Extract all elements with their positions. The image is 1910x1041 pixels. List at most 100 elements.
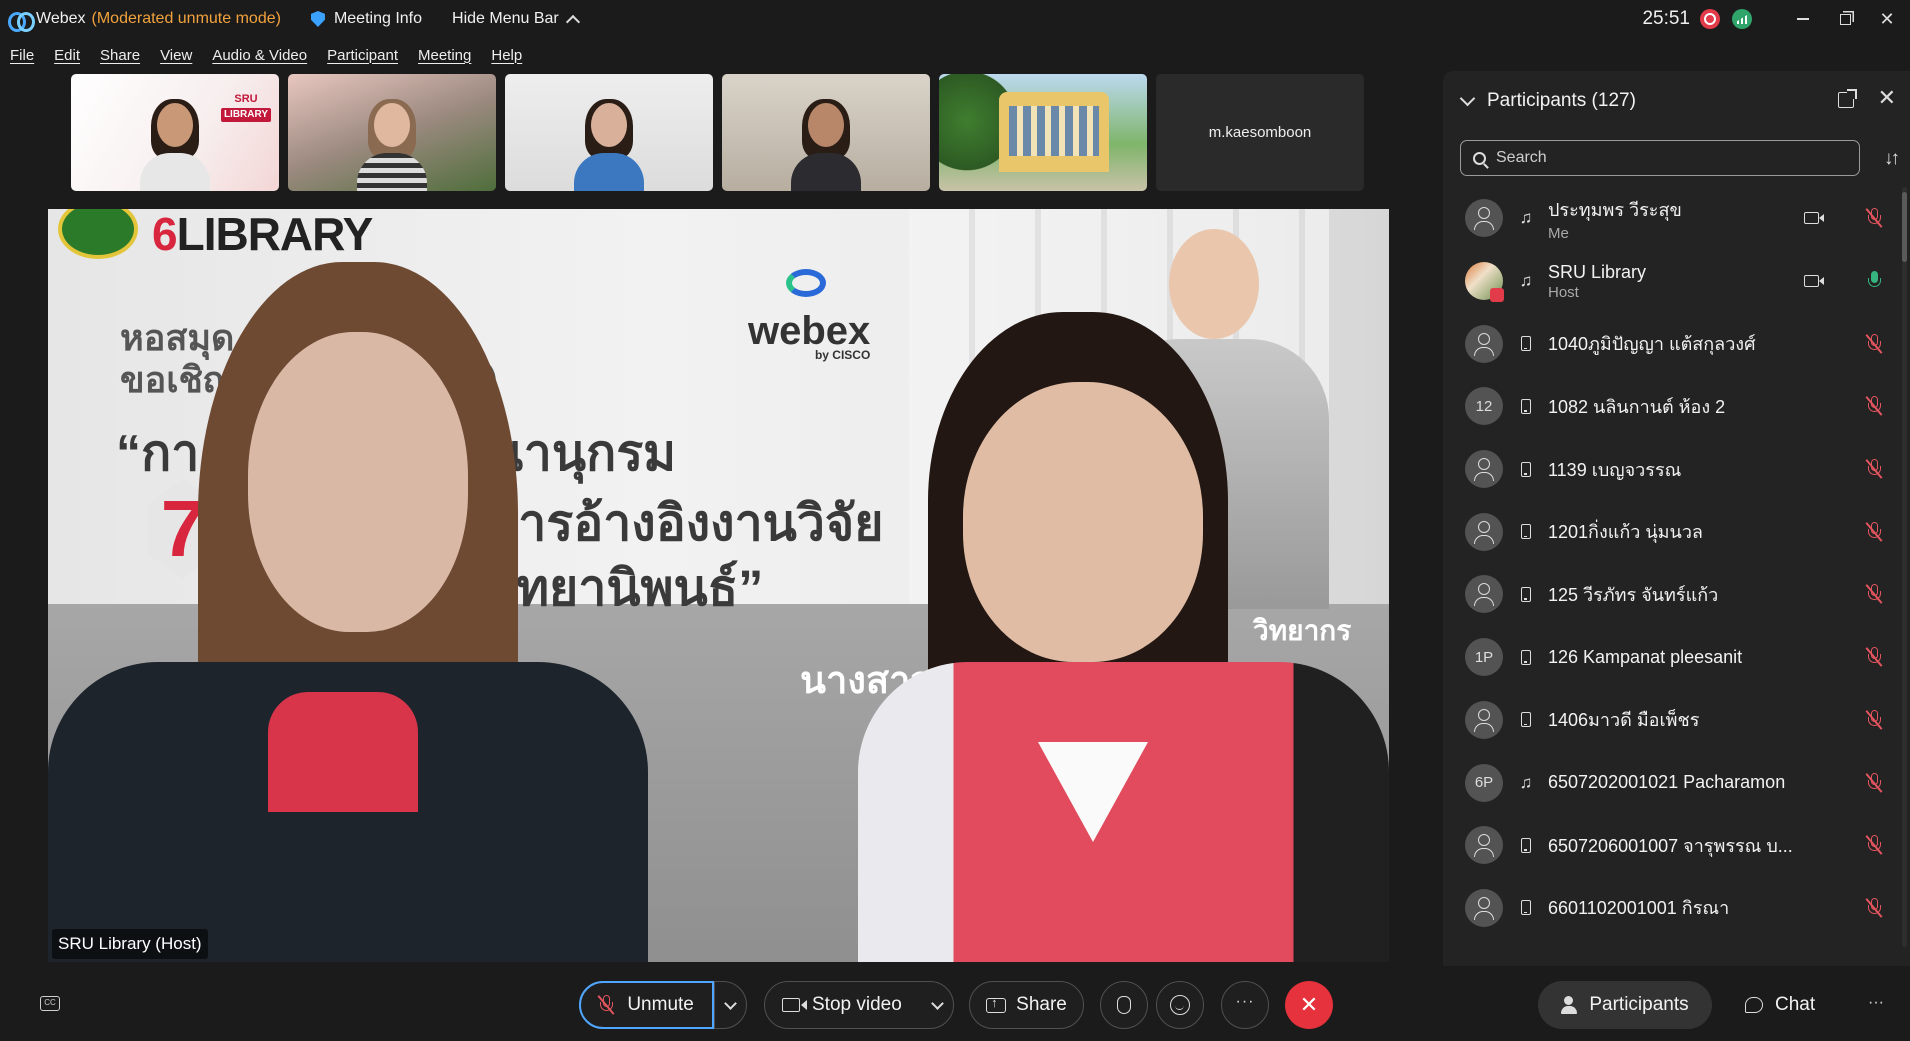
participant-search[interactable] bbox=[1460, 140, 1860, 176]
meeting-timer: 25:51 bbox=[1642, 8, 1690, 29]
participant-row[interactable]: 6507206001007 จารุพรรณ บ... bbox=[1443, 814, 1898, 877]
chat-tab-button[interactable]: Chat bbox=[1745, 981, 1845, 1029]
audio-options-button[interactable] bbox=[714, 981, 746, 1029]
share-button[interactable]: Share bbox=[969, 981, 1084, 1029]
chat-tab-label: Chat bbox=[1775, 994, 1816, 1015]
participant-row[interactable]: 6P ♫ 6507202001021 Pacharamon bbox=[1443, 751, 1898, 814]
more-options-button[interactable]: ··· bbox=[1221, 981, 1269, 1029]
participant-name: 1040ภูมิปัญญา แต้สกุลวงศ์ bbox=[1548, 334, 1756, 355]
main-video-stage[interactable]: 6LIBRARY หอสมุด ขอเชิญ อบรม (ออนไลน์) “ก… bbox=[48, 209, 1389, 962]
popout-icon[interactable] bbox=[1838, 89, 1857, 108]
raise-hand-button[interactable] bbox=[1100, 981, 1148, 1029]
participant-row[interactable]: 1P 126 Kampanat pleesanit bbox=[1443, 626, 1898, 689]
mic-muted-icon[interactable] bbox=[1865, 835, 1883, 855]
phone-icon bbox=[1521, 900, 1531, 916]
video-thumbnail[interactable] bbox=[722, 74, 930, 191]
video-control-group: Stop video bbox=[764, 981, 954, 1029]
mic-muted-icon[interactable] bbox=[1865, 584, 1883, 605]
menu-edit[interactable]: Edit bbox=[54, 47, 80, 64]
participant-name: 6601102001001 กิรณา bbox=[1548, 898, 1730, 919]
presenter-video-right bbox=[858, 212, 1389, 962]
participant-name: 1201กิ่งแก้ว นุ่มนวล bbox=[1548, 522, 1703, 543]
minimize-button[interactable] bbox=[1784, 0, 1822, 38]
mic-muted-icon[interactable] bbox=[1865, 521, 1883, 542]
mic-muted-icon[interactable] bbox=[1865, 333, 1883, 354]
camera-icon bbox=[1804, 212, 1824, 225]
webex-logo: webex by CISCO bbox=[748, 269, 870, 362]
participant-row[interactable]: 1406มาวดี มือเพ็ชร bbox=[1443, 689, 1898, 752]
leave-meeting-button[interactable]: ✕ bbox=[1285, 981, 1333, 1029]
menu-view[interactable]: View bbox=[160, 47, 192, 64]
participant-video bbox=[791, 99, 861, 191]
participants-icon bbox=[1561, 996, 1578, 1014]
mic-on-icon[interactable] bbox=[1867, 271, 1881, 291]
video-thumbnail[interactable]: m.kaesomboon bbox=[1156, 74, 1364, 191]
avatar bbox=[1465, 450, 1503, 489]
avatar bbox=[1465, 888, 1503, 927]
video-thumbnail[interactable] bbox=[288, 74, 496, 191]
phone-icon bbox=[1521, 586, 1531, 602]
menu-share[interactable]: Share bbox=[100, 47, 140, 64]
closed-captions-icon[interactable]: CC bbox=[40, 996, 60, 1011]
avatar bbox=[1465, 512, 1503, 551]
participant-list-scrollbar[interactable] bbox=[1902, 187, 1907, 947]
menu-audio-video[interactable]: Audio & Video bbox=[212, 47, 307, 64]
mic-muted-icon[interactable] bbox=[1865, 897, 1883, 918]
more-panels-icon[interactable]: ··· bbox=[1868, 994, 1884, 1012]
headset-icon: ♫ bbox=[1519, 271, 1533, 291]
avatar bbox=[1465, 826, 1503, 865]
participant-video bbox=[140, 99, 210, 191]
menu-meeting[interactable]: Meeting bbox=[418, 47, 471, 64]
participant-row[interactable]: 1040ภูมิปัญญา แต้สกุลวงศ์ bbox=[1443, 312, 1898, 375]
video-options-button[interactable] bbox=[921, 981, 953, 1029]
participant-row[interactable]: ♫ ประทุมพร วีระสุข Me bbox=[1443, 187, 1898, 250]
participant-row[interactable]: 12 1082 นลินกานต์ ห้อง 2 bbox=[1443, 375, 1898, 438]
network-health-icon[interactable] bbox=[1732, 9, 1752, 29]
menu-file[interactable]: File bbox=[10, 47, 34, 64]
video-thumbnail[interactable] bbox=[505, 74, 713, 191]
unmute-button[interactable]: Unmute bbox=[579, 981, 715, 1029]
phone-icon bbox=[1521, 712, 1531, 728]
mic-muted-icon[interactable] bbox=[1865, 772, 1883, 793]
window-close-button[interactable]: ✕ bbox=[1868, 0, 1906, 38]
avatar bbox=[1465, 324, 1503, 363]
video-thumbnail[interactable]: SRU LIBRARY bbox=[71, 74, 279, 191]
avatar bbox=[1465, 575, 1503, 614]
participant-row[interactable]: ♫ SRU Library Host bbox=[1443, 250, 1898, 313]
unmute-label: Unmute bbox=[627, 994, 694, 1015]
participant-name: SRU Library bbox=[1548, 261, 1647, 282]
mic-muted-icon[interactable] bbox=[1865, 647, 1883, 667]
video-thumbnail[interactable] bbox=[939, 74, 1147, 191]
participant-role: Host bbox=[1548, 283, 1579, 301]
stop-video-button[interactable]: Stop video bbox=[765, 994, 921, 1016]
participants-tab-button[interactable]: Participants bbox=[1538, 981, 1712, 1029]
recording-icon[interactable] bbox=[1700, 9, 1720, 29]
participant-list: ♫ ประทุมพร วีระสุข Me ♫ SRU Library Host… bbox=[1443, 187, 1898, 939]
participant-row[interactable]: 1201กิ่งแก้ว นุ่มนวล bbox=[1443, 500, 1898, 563]
menu-help[interactable]: Help bbox=[491, 47, 522, 64]
sort-icon[interactable]: ↓↑ bbox=[1884, 148, 1900, 170]
participant-row[interactable]: 6601102001001 กิรณา bbox=[1443, 877, 1898, 940]
mic-muted-icon[interactable] bbox=[1865, 208, 1883, 229]
share-label: Share bbox=[1016, 994, 1067, 1015]
chevron-down-icon bbox=[930, 996, 944, 1010]
participant-row[interactable]: 125 วีรภัทร จันทร์แก้ว bbox=[1443, 563, 1898, 626]
stop-video-label: Stop video bbox=[812, 994, 902, 1015]
mic-muted-icon[interactable] bbox=[1865, 709, 1883, 730]
app-title: Webex bbox=[36, 10, 86, 27]
participant-row[interactable]: 1139 เบญจวรรณ bbox=[1443, 438, 1898, 501]
search-input[interactable] bbox=[1496, 149, 1836, 167]
hide-menu-bar-button[interactable]: Hide Menu Bar bbox=[452, 10, 580, 29]
chevron-down-icon[interactable] bbox=[1459, 90, 1476, 107]
close-icon: ✕ bbox=[1299, 992, 1319, 1017]
meeting-info-button[interactable]: Meeting Info bbox=[310, 10, 422, 28]
minimize-icon bbox=[1797, 18, 1809, 20]
close-icon[interactable]: ✕ bbox=[1878, 85, 1896, 111]
chevron-down-icon bbox=[724, 996, 737, 1010]
mic-muted-icon[interactable] bbox=[1865, 459, 1883, 479]
maximize-button[interactable] bbox=[1826, 0, 1864, 38]
mic-muted-icon[interactable] bbox=[1865, 396, 1883, 417]
reactions-button[interactable] bbox=[1156, 981, 1204, 1029]
menu-participant[interactable]: Participant bbox=[327, 47, 398, 64]
participants-panel-title: Participants (127) bbox=[1487, 90, 1636, 111]
